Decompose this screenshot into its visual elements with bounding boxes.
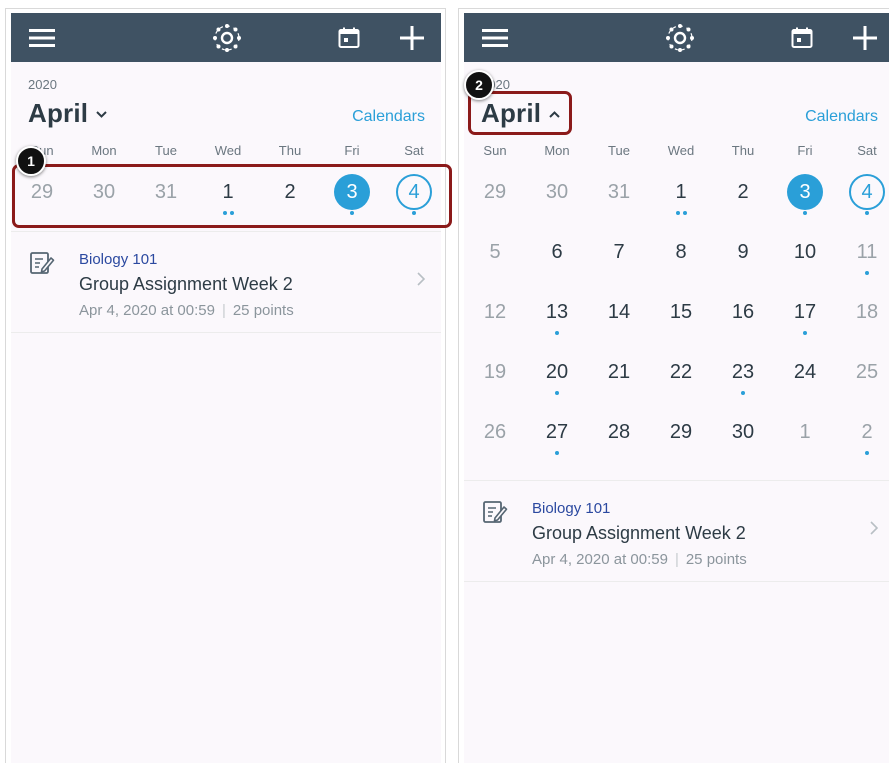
weekday-label: Mon: [544, 143, 570, 158]
calendar-day[interactable]: 13: [526, 294, 588, 354]
calendars-link[interactable]: Calendars: [805, 108, 878, 126]
calendar-day[interactable]: 1: [650, 174, 712, 234]
event-dots: [712, 391, 774, 399]
calendar-day[interactable]: 30: [712, 414, 774, 474]
agenda-item[interactable]: Biology 101 Group Assignment Week 2 Apr …: [464, 480, 889, 582]
event-points: 25 points: [685, 551, 747, 568]
event-meta: Apr 4, 2020 at 00:59 | 25 points: [79, 302, 294, 319]
canvas-logo-icon: [664, 13, 696, 62]
event-title: Group Assignment Week 2: [79, 274, 293, 294]
calendar-day[interactable]: 23: [712, 354, 774, 414]
calendar-day[interactable]: 14: [588, 294, 650, 354]
calendar-day[interactable]: 21: [588, 354, 650, 414]
calendar-screen-week-view: 2020 April Calendars Sun Mon Tue Wed Thu…: [11, 13, 441, 763]
calendar-day[interactable]: 26: [464, 414, 526, 474]
meta-separator: |: [221, 302, 226, 319]
weekday-label: Wed: [214, 143, 242, 158]
weekday-label: Sat: [404, 143, 424, 158]
calendar-day[interactable]: 29: [650, 414, 712, 474]
callout-badge: 2: [464, 70, 494, 100]
event-dots: [526, 391, 588, 399]
calendar-day[interactable]: 8: [650, 234, 712, 294]
chevron-right-icon: [870, 521, 879, 540]
weekday-label: Sun: [483, 143, 507, 158]
calendar-day[interactable]: 1: [774, 414, 836, 474]
event-dots: [836, 451, 889, 459]
callout-highlight-week-row: [12, 164, 452, 228]
chevron-down-icon: [96, 105, 107, 123]
assignment-icon: [482, 499, 508, 525]
top-navigation-bar: [464, 13, 889, 62]
event-dots: [774, 331, 836, 339]
weekday-label: Wed: [667, 143, 695, 158]
calendar-day[interactable]: 20: [526, 354, 588, 414]
weekday-label: Thu: [278, 143, 302, 158]
calendar-day-selected[interactable]: 3: [774, 174, 836, 234]
agenda-item[interactable]: Biology 101 Group Assignment Week 2 Apr …: [11, 231, 441, 333]
event-meta: Apr 4, 2020 at 00:59 | 25 points: [532, 551, 747, 568]
callout-badge: 1: [16, 146, 46, 176]
weekday-label: Fri: [797, 143, 813, 158]
calendar-day[interactable]: 27: [526, 414, 588, 474]
calendar-day[interactable]: 2: [836, 414, 889, 474]
calendar-day[interactable]: 29: [464, 174, 526, 234]
year-label: 2020: [28, 77, 57, 92]
top-navigation-bar: [11, 13, 441, 62]
calendar-day[interactable]: 16: [712, 294, 774, 354]
event-dots: [774, 211, 836, 219]
weekday-label: Sat: [857, 143, 877, 158]
assignment-icon: [29, 250, 55, 276]
calendar-day[interactable]: 11: [836, 234, 889, 294]
weekday-label: Thu: [731, 143, 755, 158]
calendar-day[interactable]: 31: [588, 174, 650, 234]
event-date: Apr 4, 2020 at 00:59: [532, 551, 668, 568]
calendar-day-today[interactable]: 4: [836, 174, 889, 234]
weekday-label: Tue: [608, 143, 630, 158]
weekday-label: Tue: [155, 143, 177, 158]
event-dots: [650, 211, 712, 219]
calendar-day[interactable]: 7: [588, 234, 650, 294]
event-dots: [526, 451, 588, 459]
calendar-day[interactable]: 6: [526, 234, 588, 294]
weekday-label: Mon: [91, 143, 117, 158]
calendar-day[interactable]: 2: [712, 174, 774, 234]
calendar-day[interactable]: 19: [464, 354, 526, 414]
chevron-right-icon: [417, 272, 426, 291]
calendar-day[interactable]: 18: [836, 294, 889, 354]
hamburger-menu-icon[interactable]: [480, 13, 510, 62]
month-toggle-button[interactable]: April: [28, 96, 107, 130]
event-title: Group Assignment Week 2: [532, 523, 746, 543]
meta-separator: |: [674, 551, 679, 568]
event-points: 25 points: [232, 302, 294, 319]
calendar-day[interactable]: 30: [526, 174, 588, 234]
calendar-day[interactable]: 25: [836, 354, 889, 414]
calendar-icon[interactable]: [334, 13, 364, 62]
plus-icon[interactable]: [850, 13, 880, 62]
calendar-day[interactable]: 22: [650, 354, 712, 414]
event-dots: [836, 271, 889, 279]
canvas-logo-icon: [211, 13, 243, 62]
plus-icon[interactable]: [397, 13, 427, 62]
calendar-day[interactable]: 5: [464, 234, 526, 294]
event-date: Apr 4, 2020 at 00:59: [79, 302, 215, 319]
hamburger-menu-icon[interactable]: [27, 13, 57, 62]
course-name: Biology 101: [79, 251, 158, 268]
event-dots: [526, 331, 588, 339]
event-dots: [836, 211, 889, 219]
calendars-link[interactable]: Calendars: [352, 108, 425, 126]
calendar-day[interactable]: 10: [774, 234, 836, 294]
calendar-day[interactable]: 17: [774, 294, 836, 354]
weekday-label: Fri: [344, 143, 360, 158]
calendar-day[interactable]: 12: [464, 294, 526, 354]
calendar-day[interactable]: 15: [650, 294, 712, 354]
calendar-icon[interactable]: [787, 13, 817, 62]
calendar-day[interactable]: 24: [774, 354, 836, 414]
month-label: April: [28, 97, 89, 128]
calendar-day[interactable]: 28: [588, 414, 650, 474]
course-name: Biology 101: [532, 500, 611, 517]
calendar-day[interactable]: 9: [712, 234, 774, 294]
